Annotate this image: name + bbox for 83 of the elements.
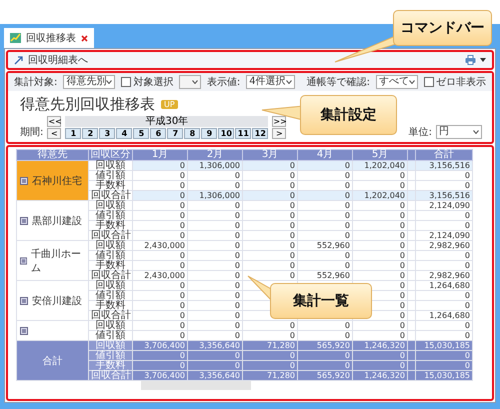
unit-select[interactable]: 円 [436, 125, 482, 139]
first-button[interactable]: << [47, 116, 62, 127]
period-label: 期間: [20, 126, 44, 139]
tab[interactable]: 回収推移表 [4, 28, 94, 48]
category-cell: 回収合計 [88, 310, 132, 320]
callout-label: 集計設定 [300, 95, 397, 135]
column-header: 合計 [416, 150, 472, 160]
category-cell: 回収合計 [88, 230, 132, 240]
category-cell: 回収合計 [88, 190, 132, 200]
square-icon[interactable] [20, 256, 28, 264]
category-cell: 値引額 [88, 290, 132, 300]
next-button[interactable]: > [272, 128, 286, 139]
target-label: 集計対象: [14, 76, 58, 89]
column-header: 4月 [298, 150, 352, 160]
square-icon[interactable] [20, 326, 28, 334]
target-list-select[interactable] [179, 75, 201, 89]
month-button[interactable]: 11 [235, 128, 252, 139]
category-cell: 回収額 [88, 340, 132, 350]
month-button[interactable]: 8 [184, 128, 200, 139]
category-cell: 手数料 [88, 360, 132, 370]
last-button[interactable]: >> [272, 116, 286, 127]
month-button[interactable]: 2 [82, 128, 98, 139]
column-header: 5月 [352, 150, 408, 160]
total-label: 合計 [42, 356, 62, 366]
prev-button[interactable]: < [47, 128, 62, 139]
month-button[interactable]: 1 [65, 128, 82, 139]
month-button[interactable]: 12 [252, 128, 268, 139]
category-cell: 手数料 [88, 260, 132, 270]
confirm-label: 通帳等で確認: [306, 76, 370, 89]
chevron-down-icon[interactable] [473, 130, 479, 134]
month-button[interactable]: 5 [133, 128, 150, 139]
printer-icon[interactable] [465, 55, 476, 65]
category-cell: 手数料 [88, 220, 132, 230]
chevron-down-icon[interactable] [106, 80, 112, 84]
arrow-icon [14, 55, 24, 65]
callout-label: 集計一覧 [270, 283, 372, 319]
display-label: 表示値: [206, 76, 240, 89]
category-cell: 回収額 [88, 280, 132, 290]
category-cell: 値引額 [88, 250, 132, 260]
caret-icon[interactable] [480, 58, 486, 62]
confirm-select[interactable]: すべて [376, 75, 418, 89]
callout-label: コマンドバー [393, 10, 492, 46]
category-cell: 回収額 [88, 160, 132, 170]
chevron-down-icon[interactable] [409, 80, 415, 84]
month-button[interactable]: 3 [99, 128, 116, 139]
square-icon[interactable] [20, 216, 28, 224]
column-header: 2月 [188, 150, 242, 160]
column-header: 3月 [242, 150, 298, 160]
chart-icon [10, 33, 21, 43]
select-checkbox[interactable]: 対象選択 [121, 75, 174, 89]
category-cell: 回収額 [88, 320, 132, 330]
horizontal-scrollbar[interactable] [141, 381, 251, 390]
unit-label: 単位: [408, 126, 432, 139]
category-cell: 手数料 [88, 180, 132, 190]
report-title: 得意先別回収推移表 [20, 95, 155, 114]
category-cell: 手数料 [88, 300, 132, 310]
category-cell: 回収合計 [88, 270, 132, 280]
chevron-down-icon[interactable] [192, 80, 198, 84]
month-button[interactable]: 4 [116, 128, 132, 139]
column-header: 1月 [132, 150, 188, 160]
square-icon[interactable] [20, 176, 28, 184]
month-button[interactable]: 7 [167, 128, 184, 139]
category-cell: 回収額 [88, 200, 132, 210]
category-cell: 値引額 [88, 210, 132, 220]
zero-checkbox[interactable]: ゼロ非表示 [424, 75, 486, 89]
year-label: 平成30年 [65, 116, 268, 127]
close-icon[interactable] [81, 34, 88, 42]
category-cell: 回収額 [88, 240, 132, 250]
display-select[interactable]: 4件選択 [246, 75, 295, 89]
month-button[interactable]: 10 [218, 128, 234, 139]
category-cell: 値引額 [88, 330, 132, 340]
column-header: 回収区分 [88, 150, 132, 160]
category-cell: 値引額 [88, 170, 132, 180]
month-button[interactable]: 6 [150, 128, 166, 139]
badge: UP [161, 100, 178, 109]
square-icon[interactable] [20, 296, 28, 304]
category-cell: 回収合計 [88, 370, 132, 380]
column-header: 得意先 [16, 150, 88, 160]
month-button[interactable]: 9 [201, 128, 218, 139]
target-select[interactable]: 得意先別 [63, 75, 116, 89]
category-cell: 値引額 [88, 350, 132, 360]
chevron-down-icon[interactable] [286, 80, 292, 84]
detail-link[interactable]: 回収明細表へ [28, 53, 88, 67]
